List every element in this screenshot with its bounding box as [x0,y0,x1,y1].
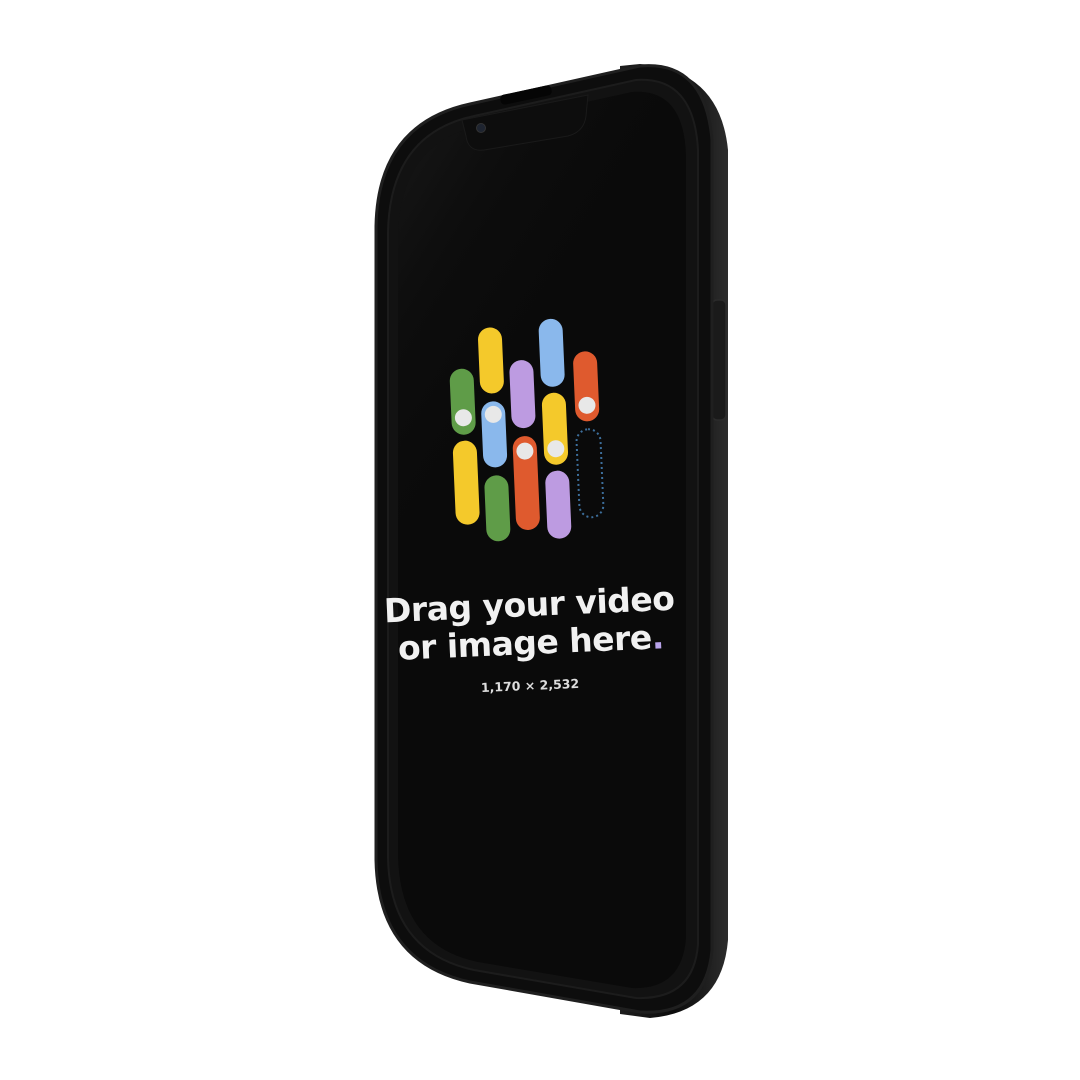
drop-prompt-heading: Drag your video or image here. [383,579,677,669]
logo-pill-yellow [452,440,480,525]
logo-pill-purple [509,360,536,429]
logo-pill-green [484,475,511,542]
side-button[interactable] [711,299,727,421]
logo-pill-purple [545,470,572,539]
front-camera-icon [476,123,486,133]
phone-mockup [374,64,728,1018]
logo-pill-yellow [478,327,504,394]
logo-pill-blue [538,318,565,387]
drop-prompt-period: . [650,617,665,657]
